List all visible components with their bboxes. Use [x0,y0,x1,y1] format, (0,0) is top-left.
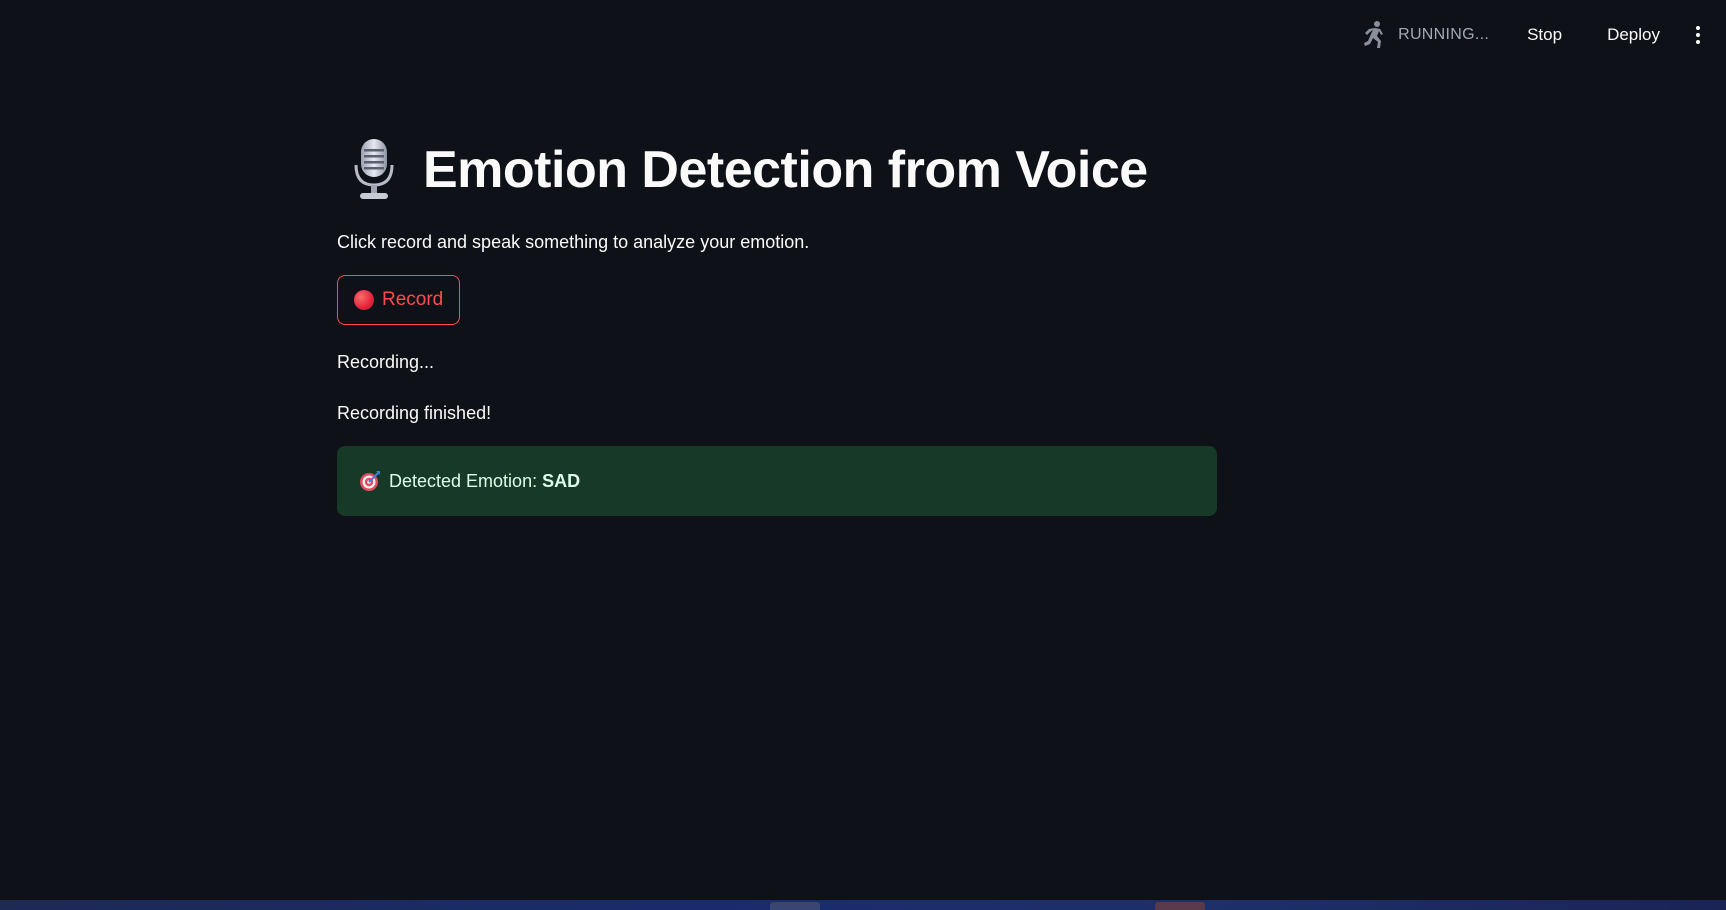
record-button[interactable]: Record [337,275,461,325]
running-man-icon [1362,20,1388,50]
recording-status: Recording... [337,352,435,372]
title-row: Emotion Detection from Voice [337,130,1217,210]
emotion-value: SAD [542,470,581,491]
result-label: Detected Emotion: [389,470,538,491]
result-alert: Detected Emotion: SAD [337,446,1217,516]
record-button-label: Record [382,289,444,310]
finished-status: Recording finished! [337,403,492,423]
subtitle-text: Click record and speak something to anal… [337,232,810,252]
page-title: Emotion Detection from Voice [423,141,1148,199]
microphone-icon [349,137,399,203]
red-circle-icon [354,290,374,310]
main-content: Emotion Detection from Voice Click recor… [337,130,1217,516]
status-text: RUNNING... [1398,26,1490,43]
stop-button[interactable]: Stop [1527,21,1562,49]
deploy-button[interactable]: Deploy [1607,21,1660,49]
target-icon [359,470,381,492]
top-toolbar: RUNNING... Stop Deploy [1362,18,1708,52]
os-taskbar [0,900,1726,910]
app-root: RUNNING... Stop Deploy Emotion Detection… [0,0,1726,900]
running-status: RUNNING... [1362,20,1489,50]
taskbar-item[interactable] [1155,902,1205,910]
taskbar-item[interactable] [770,902,820,910]
kebab-menu-icon[interactable] [1688,18,1708,52]
